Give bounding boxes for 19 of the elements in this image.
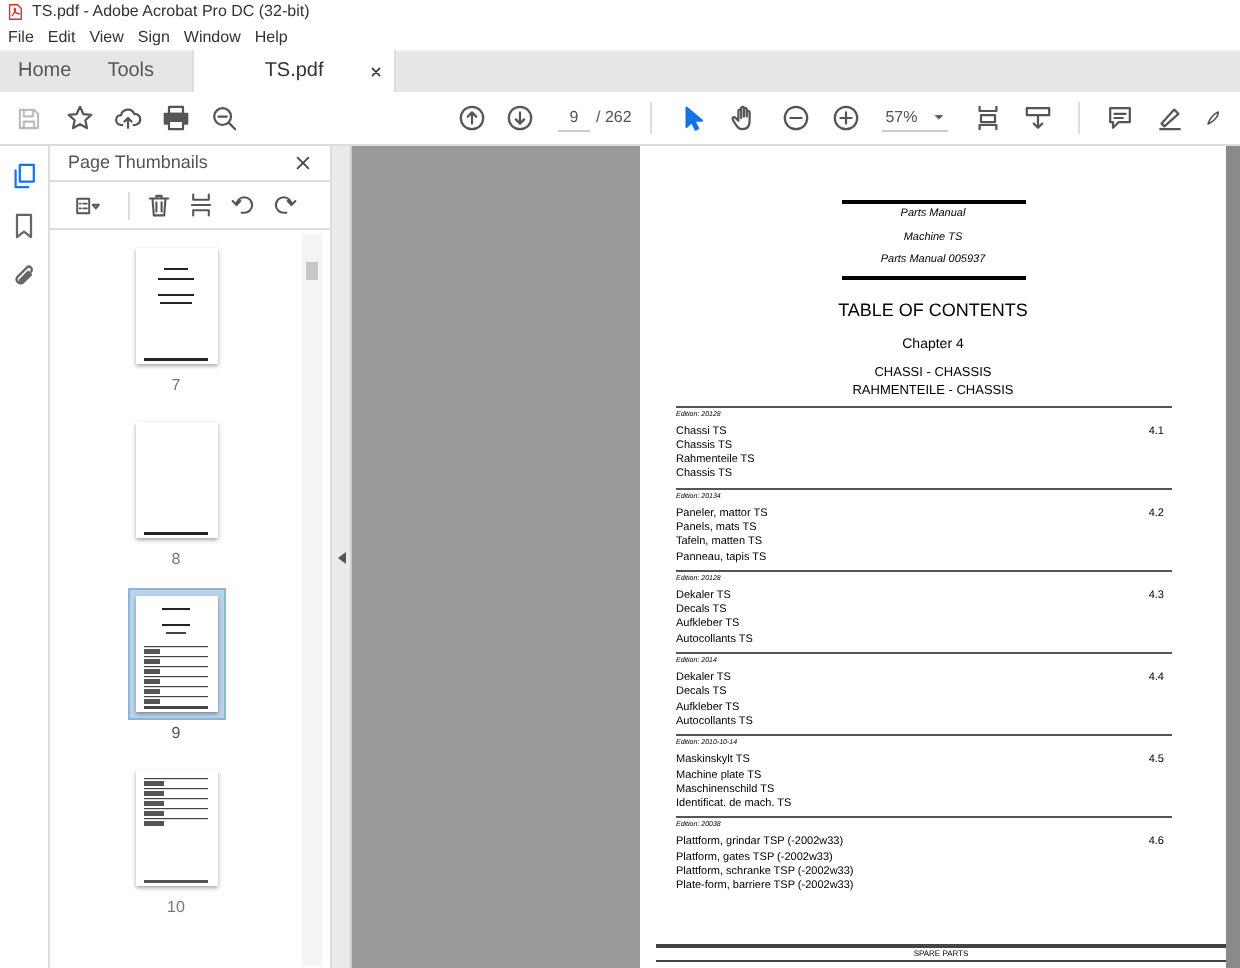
menu-item[interactable]: File	[8, 29, 34, 45]
window-title: TS.pdf - Adobe Acrobat Pro DC (32-bit)	[32, 4, 310, 20]
tab[interactable]: Home	[0, 50, 90, 92]
page-total: / 262	[596, 106, 632, 130]
menu-item[interactable]: Window	[183, 29, 241, 45]
menu-item[interactable]: Edit	[47, 29, 76, 45]
panel-title: Page Thumbnails	[68, 149, 208, 176]
page-number: 7	[171, 374, 181, 398]
menu-item[interactable]: View	[89, 29, 124, 45]
zoom-dropdown[interactable]: 57%	[881, 104, 949, 132]
menu-item[interactable]: Help	[254, 29, 288, 45]
tab[interactable]: Tools	[89, 50, 173, 92]
heading: TABLE OF CONTENTS	[836, 297, 1030, 321]
page-number: 9	[171, 722, 181, 746]
page-number: 8	[171, 548, 181, 572]
menu-item[interactable]: Sign	[137, 29, 170, 45]
page-number: 10	[167, 896, 185, 920]
page-number-field[interactable]: 9	[558, 104, 590, 132]
tab[interactable]: TS.pdf	[192, 50, 397, 92]
